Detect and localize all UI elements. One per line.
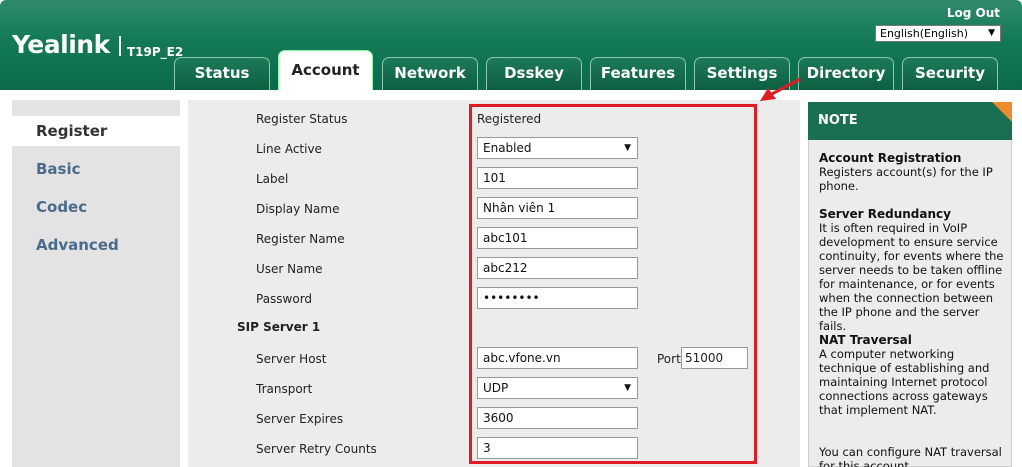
transport-value: UDP xyxy=(483,381,509,395)
transport-select[interactable]: UDP ▼ xyxy=(477,377,638,399)
line-active-value: Enabled xyxy=(483,141,532,155)
tab-dsskey[interactable]: Dsskey xyxy=(486,57,582,90)
yealink-logo: Yealink xyxy=(12,30,110,59)
display-name-input[interactable]: Nhân viên 1 xyxy=(477,197,638,219)
language-select[interactable]: English(English) ▼ xyxy=(875,25,1001,42)
server-retry-input[interactable]: 3 xyxy=(477,437,638,459)
register-status-value: Registered xyxy=(477,112,542,126)
note-title-nat-traversal: NAT Traversal xyxy=(819,333,912,347)
top-header: Yealink T19P_E2 Log Out English(English)… xyxy=(0,0,1022,90)
tab-status[interactable]: Status xyxy=(174,57,270,90)
register-name-input[interactable]: abc101 xyxy=(477,227,638,249)
note-title-server-redundancy: Server Redundancy xyxy=(819,207,951,221)
transport-label: Transport xyxy=(256,382,313,396)
password-label: Password xyxy=(256,292,313,306)
sip-server-title: SIP Server 1 xyxy=(237,320,321,334)
port-label: Port xyxy=(657,352,681,366)
line-active-label: Line Active xyxy=(256,142,322,156)
server-host-input[interactable]: abc.vfone.vn xyxy=(477,347,638,369)
note-body-account-registration: Registers account(s) for the IP phone. xyxy=(819,165,993,193)
server-expires-input[interactable]: 3600 xyxy=(477,407,638,429)
tab-network[interactable]: Network xyxy=(382,57,478,90)
password-input[interactable]: •••••••• xyxy=(477,287,638,309)
server-host-label: Server Host xyxy=(256,352,327,366)
chevron-down-icon: ▼ xyxy=(624,143,631,153)
sidebar-item-codec[interactable]: Codec xyxy=(12,192,188,222)
port-input[interactable]: 51000 xyxy=(681,347,748,369)
note-footer: You can configure NAT traversal for this… xyxy=(819,445,1002,467)
note-body-server-redundancy: It is often required in VoIP development… xyxy=(819,221,1004,333)
server-expires-label: Server Expires xyxy=(256,412,344,426)
logo-divider xyxy=(119,36,121,56)
note-header: NOTE xyxy=(808,102,1012,140)
label-label: Label xyxy=(256,172,289,186)
user-name-label: User Name xyxy=(256,262,323,276)
chevron-down-icon: ▼ xyxy=(624,383,631,393)
note-body-nat-traversal: A computer networking technique of estab… xyxy=(819,347,990,417)
display-name-label: Display Name xyxy=(256,202,340,216)
sidebar-item-register[interactable]: Register xyxy=(12,116,188,146)
tab-account[interactable]: Account xyxy=(278,50,373,90)
server-retry-label: Server Retry Counts xyxy=(256,442,377,456)
label-input[interactable]: 101 xyxy=(477,167,638,189)
language-value: English(English) xyxy=(880,27,969,40)
register-name-label: Register Name xyxy=(256,232,345,246)
user-name-input[interactable]: abc212 xyxy=(477,257,638,279)
tab-features[interactable]: Features xyxy=(590,57,686,90)
tab-security[interactable]: Security xyxy=(902,57,998,90)
note-corner-icon xyxy=(992,102,1012,122)
tab-directory[interactable]: Directory xyxy=(798,57,894,90)
note-title-account-registration: Account Registration xyxy=(819,151,962,165)
model-name: T19P_E2 xyxy=(127,45,184,59)
chevron-down-icon: ▼ xyxy=(988,28,995,38)
sidebar-item-advanced[interactable]: Advanced xyxy=(12,230,188,260)
sidebar-item-basic[interactable]: Basic xyxy=(12,154,188,184)
register-status-label: Register Status xyxy=(256,112,348,126)
logout-link[interactable]: Log Out xyxy=(947,6,1000,20)
tab-settings[interactable]: Settings xyxy=(694,57,790,90)
line-active-select[interactable]: Enabled ▼ xyxy=(477,137,638,159)
